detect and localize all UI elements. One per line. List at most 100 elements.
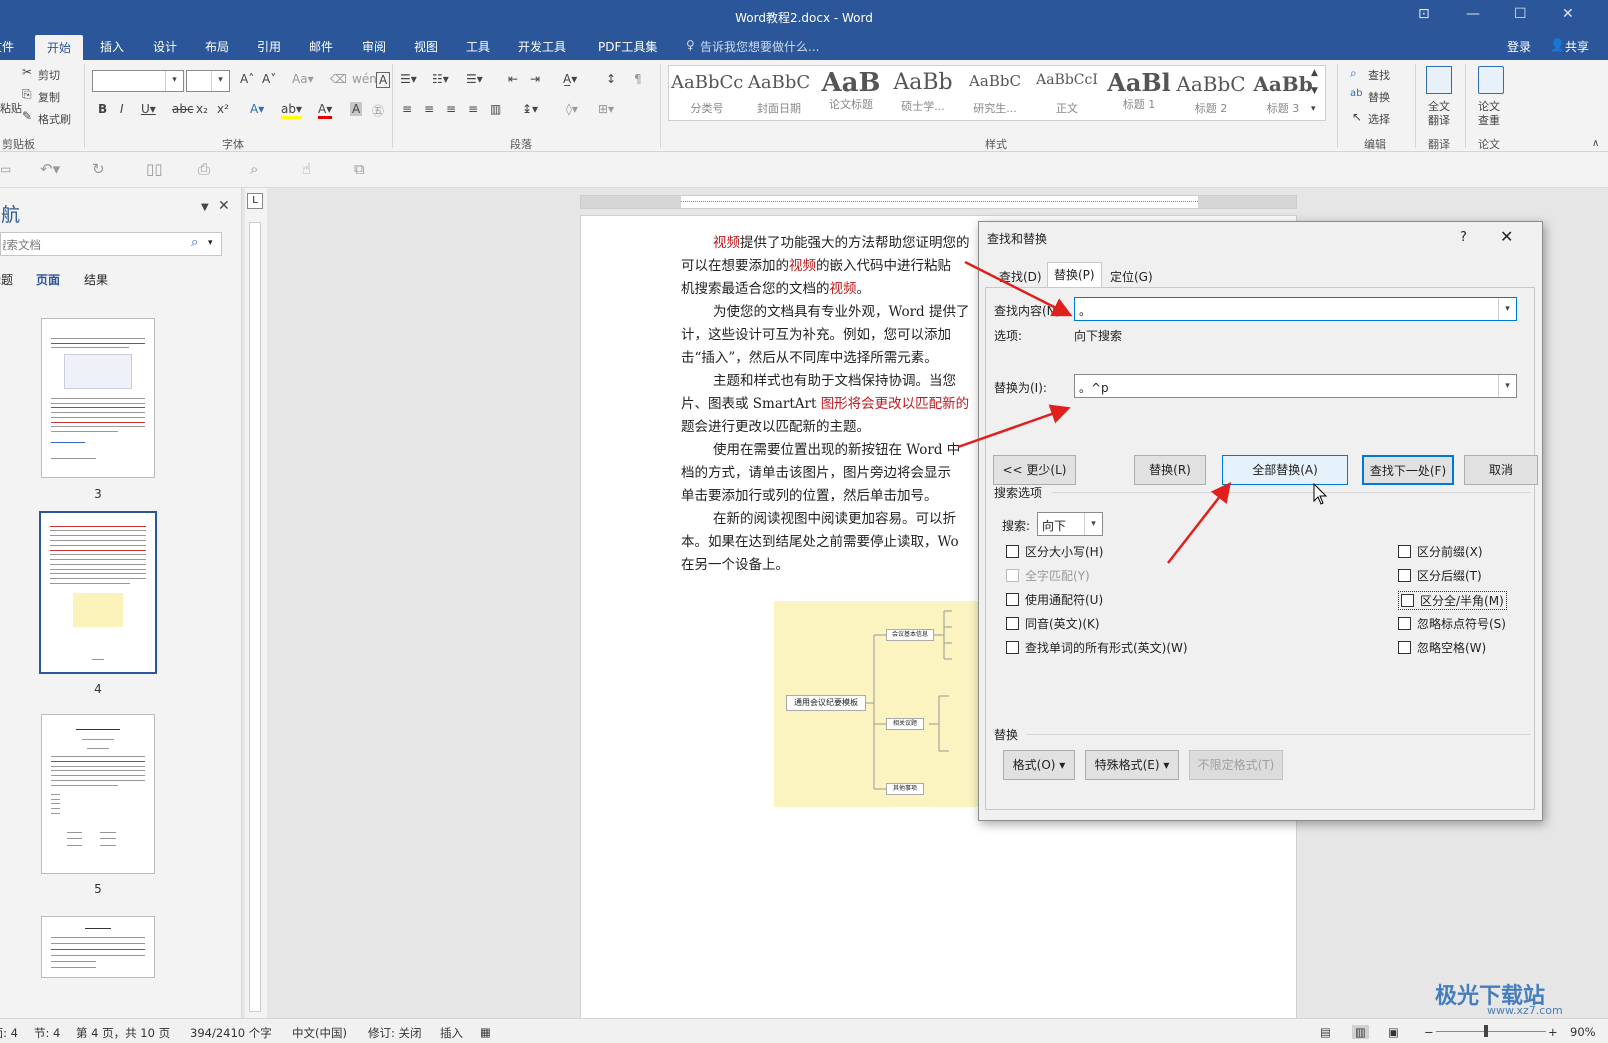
checkbox-icon[interactable] <box>1398 641 1411 654</box>
status-track-changes[interactable]: 修订: 关闭 <box>368 1025 422 1041</box>
page-thumbnail[interactable] <box>41 916 155 978</box>
checkbox-icon[interactable] <box>1398 545 1411 558</box>
nav-search-input[interactable]: 搜索文档 ⌕ ▾ <box>0 232 222 256</box>
print-layout-icon[interactable]: ▥ <box>1352 1025 1369 1039</box>
italic-icon[interactable]: I <box>120 102 124 116</box>
tab-file[interactable]: 文件 <box>0 38 14 55</box>
tab-mailings[interactable]: 邮件 <box>309 38 333 55</box>
cut-button[interactable]: 剪切 <box>38 67 60 83</box>
format-painter-button[interactable]: 格式刷 <box>38 111 71 127</box>
chevron-down-icon[interactable]: ▾ <box>1498 375 1516 397</box>
superscript-icon[interactable]: x² <box>217 102 229 116</box>
macro-icon[interactable]: ▦ <box>480 1025 491 1039</box>
style-item[interactable]: AaBbC 标题 2 <box>1175 68 1247 120</box>
option-checkbox[interactable]: 区分前缀(X) <box>1398 543 1483 560</box>
multilevel-list-icon[interactable]: ☰▾ <box>466 72 483 86</box>
option-checkbox[interactable]: 区分后缀(T) <box>1398 567 1482 584</box>
option-checkbox[interactable]: 同音(英文)(K) <box>1006 615 1100 632</box>
bold-icon[interactable]: B <box>98 102 107 116</box>
tab-selector-icon[interactable]: L <box>247 193 263 209</box>
nav-tab-pages[interactable]: 页面 <box>36 271 60 288</box>
style-item[interactable]: AaBbCc 分类号 <box>671 68 743 120</box>
chevron-down-icon[interactable]: ▾ <box>1084 513 1102 535</box>
zoom-in-icon[interactable]: + <box>1548 1025 1558 1039</box>
justify-icon[interactable]: ≡ <box>468 102 478 116</box>
underline-icon[interactable]: U▾ <box>141 102 156 116</box>
nav-tab-results[interactable]: 结果 <box>84 271 108 288</box>
distributed-icon[interactable]: ▥ <box>490 102 501 116</box>
zoom-slider-thumb[interactable] <box>1484 1025 1488 1037</box>
checkbox-icon[interactable] <box>1006 641 1019 654</box>
replace-input[interactable]: 。^p ▾ <box>1074 374 1517 398</box>
checkbox-icon[interactable] <box>1006 593 1019 606</box>
tab-review[interactable]: 审阅 <box>362 38 386 55</box>
checkbox-icon[interactable] <box>1398 569 1411 582</box>
enclose-char-icon[interactable]: ㊄ <box>372 102 384 119</box>
replace-button[interactable]: 替换(R) <box>1134 455 1206 485</box>
replace-all-button[interactable]: 全部替换(A) <box>1222 455 1348 485</box>
shrink-font-icon[interactable]: A˅ <box>262 72 276 86</box>
share-button[interactable]: 共享 <box>1565 38 1589 55</box>
search-direction-select[interactable]: 向下 ▾ <box>1037 512 1103 536</box>
increase-indent-icon[interactable]: ⇥ <box>530 72 540 86</box>
decrease-indent-icon[interactable]: ⇤ <box>508 72 518 86</box>
format-button[interactable]: 格式(O) ▾ <box>1003 750 1075 780</box>
paper-check-line2[interactable]: 查重 <box>1478 112 1500 128</box>
undo-icon[interactable]: ↶▾ <box>40 160 60 178</box>
tab-goto[interactable]: 定位(G) <box>1104 265 1159 288</box>
status-page[interactable]: 页面: 4 <box>0 1025 18 1041</box>
copy-button[interactable]: 复制 <box>38 89 60 105</box>
web-layout-icon[interactable]: ▣ <box>1388 1025 1399 1039</box>
nav-close-icon[interactable]: ✕ <box>218 198 230 214</box>
numbering-icon[interactable]: ☷▾ <box>432 72 449 86</box>
special-format-button[interactable]: 特殊格式(E) ▾ <box>1085 750 1179 780</box>
font-size-combo[interactable]: ▾ <box>186 70 230 92</box>
login-link[interactable]: 登录 <box>1507 38 1531 55</box>
tab-pdf-tools[interactable]: PDF工具集 <box>598 38 657 55</box>
close-icon[interactable]: ✕ <box>1562 6 1574 22</box>
char-shading-icon[interactable]: A <box>350 102 363 116</box>
help-icon[interactable]: ? <box>1460 230 1467 245</box>
align-left-icon[interactable]: ≡ <box>402 102 412 116</box>
redo-icon[interactable]: ↻ <box>92 160 105 178</box>
find-next-button[interactable]: 查找下一处(F) <box>1362 455 1454 485</box>
minimize-icon[interactable]: — <box>1466 6 1480 22</box>
read-mode-icon[interactable]: ▯▯ <box>146 160 163 178</box>
line-spacing-icon[interactable]: ↨▾ <box>522 102 538 116</box>
scroll-up-icon[interactable]: ▲ <box>1311 68 1318 78</box>
page-thumbnail-selected[interactable] <box>39 511 157 674</box>
page-thumbnail[interactable] <box>41 714 155 874</box>
tab-replace[interactable]: 替换(P) <box>1047 262 1102 288</box>
less-button[interactable]: << 更少(L) <box>993 455 1076 485</box>
checkbox-icon[interactable] <box>1006 569 1019 582</box>
ribbon-display-icon[interactable]: ⊡ <box>1418 6 1430 22</box>
option-checkbox[interactable]: 使用通配符(U) <box>1006 591 1103 608</box>
tab-view[interactable]: 视图 <box>414 38 438 55</box>
checkbox-icon[interactable] <box>1006 617 1019 630</box>
checkbox-icon[interactable] <box>1401 594 1414 607</box>
scroll-down-icon[interactable]: ▼ <box>1311 86 1318 96</box>
status-language[interactable]: 中文(中国) <box>292 1025 347 1041</box>
dialog-close-icon[interactable]: ✕ <box>1500 227 1513 246</box>
maximize-icon[interactable]: ☐ <box>1514 6 1527 22</box>
tab-layout[interactable]: 布局 <box>205 38 229 55</box>
shading-icon[interactable]: ◊▾ <box>566 102 578 116</box>
subscript-icon[interactable]: x₂ <box>196 102 208 116</box>
sort-icon[interactable]: ↕ <box>606 72 616 86</box>
find-button[interactable]: 查找 <box>1368 67 1390 83</box>
checkbox-icon[interactable] <box>1398 617 1411 630</box>
font-name-combo[interactable]: ▾ <box>92 70 184 92</box>
tab-developer[interactable]: 开发工具 <box>518 38 566 55</box>
page-thumbnail[interactable] <box>41 318 155 478</box>
phonetic-icon[interactable]: wén <box>352 72 377 86</box>
tab-find[interactable]: 查找(D) <box>993 265 1048 288</box>
option-checkbox[interactable]: 查找单词的所有形式(英文)(W) <box>1006 639 1188 656</box>
style-item[interactable]: AaBbC 研究生... <box>959 68 1031 120</box>
option-checkbox[interactable]: 忽略标点符号(S) <box>1398 615 1506 632</box>
chevron-down-icon[interactable]: ▾ <box>1498 298 1516 320</box>
option-checkbox[interactable]: 全字匹配(Y) <box>1006 567 1090 584</box>
text-effects-icon[interactable]: A▾ <box>250 102 264 116</box>
full-translate-line2[interactable]: 翻译 <box>1428 112 1450 128</box>
tab-tools[interactable]: 工具 <box>466 38 490 55</box>
clear-format-icon[interactable]: ⌫ <box>330 72 347 86</box>
